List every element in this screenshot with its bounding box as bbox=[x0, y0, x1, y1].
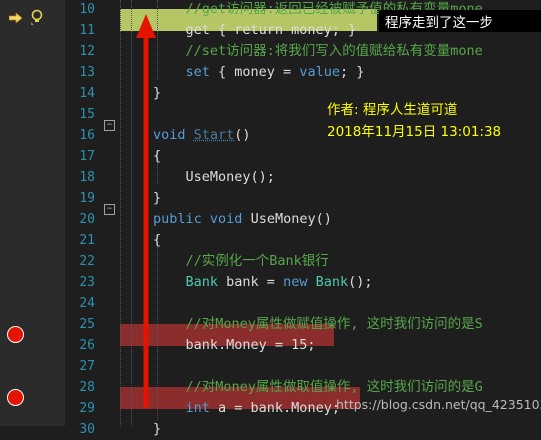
line-number: 26 bbox=[79, 338, 95, 353]
execution-pointer-icon bbox=[9, 13, 22, 23]
line-number: 11 bbox=[79, 23, 95, 38]
code-token: { bbox=[153, 232, 162, 248]
code-token: //对Money属性做取值操作, 这时我们访问的是G bbox=[153, 379, 483, 395]
code-line[interactable]: 20 public void UseMoney() bbox=[0, 209, 541, 230]
code-line[interactable]: 12 //set访问器:将我们写入的值赋给私有变量mone bbox=[0, 41, 541, 62]
code-text[interactable]: { bbox=[153, 230, 161, 251]
breakpoint-icon[interactable] bbox=[7, 389, 24, 406]
code-text[interactable]: int a = bank.Money; bbox=[153, 398, 340, 419]
collapse-toggle[interactable]: − bbox=[104, 120, 115, 131]
code-token: set bbox=[153, 64, 210, 80]
code-token: { bbox=[153, 148, 162, 164]
code-text[interactable]: get { return money; } bbox=[153, 20, 357, 41]
line-number: 16 bbox=[79, 128, 95, 143]
code-line[interactable]: 28 //对Money属性做取值操作, 这时我们访问的是G bbox=[0, 377, 541, 398]
code-token: UseMoney() bbox=[242, 211, 332, 227]
code-token: () bbox=[234, 127, 251, 143]
code-token: Bank bbox=[315, 274, 349, 290]
code-text[interactable]: //对Money属性做取值操作, 这时我们访问的是G bbox=[153, 377, 483, 398]
line-number: 25 bbox=[79, 317, 95, 332]
code-text[interactable]: public void UseMoney() bbox=[153, 209, 332, 230]
code-line[interactable]: 27 bbox=[0, 356, 541, 377]
code-token: } bbox=[153, 190, 162, 206]
breakpoint-icon[interactable] bbox=[7, 326, 24, 343]
line-number: 27 bbox=[79, 359, 95, 374]
code-text[interactable]: //实例化一个Bank银行 bbox=[153, 251, 329, 272]
code-token: new bbox=[283, 274, 308, 290]
lightbulb-icon[interactable] bbox=[28, 9, 46, 27]
line-number: 10 bbox=[79, 2, 95, 17]
code-token: get { return money; } bbox=[153, 22, 357, 38]
line-number: 12 bbox=[79, 44, 95, 59]
code-token: value bbox=[299, 64, 340, 80]
line-number: 21 bbox=[79, 233, 95, 248]
code-line[interactable]: 13 set { money = value; } bbox=[0, 62, 541, 83]
code-text[interactable]: void Start() bbox=[153, 125, 251, 146]
collapse-toggle[interactable]: − bbox=[104, 204, 115, 215]
code-text[interactable]: //对Money属性做赋值操作, 这时我们访问的是S bbox=[153, 314, 483, 335]
line-number: 13 bbox=[79, 65, 95, 80]
annotation-label: 程序走到了这一步 bbox=[385, 15, 493, 31]
code-token: ; } bbox=[339, 64, 365, 80]
code-line[interactable]: 23 Bank bank = new Bank(); bbox=[0, 272, 541, 293]
code-line[interactable]: 19} bbox=[0, 188, 541, 209]
code-token: Bank bbox=[185, 274, 219, 290]
code-line[interactable]: 17 { bbox=[0, 146, 541, 167]
code-text[interactable]: } bbox=[153, 419, 161, 440]
code-text[interactable]: bank.Money = 15; bbox=[153, 335, 316, 356]
code-token: } bbox=[153, 85, 162, 101]
code-text[interactable]: //set访问器:将我们写入的值赋给私有变量mone bbox=[153, 41, 483, 62]
line-number: 30 bbox=[79, 422, 95, 437]
line-number: 29 bbox=[79, 401, 95, 416]
line-number: 24 bbox=[79, 296, 95, 311]
code-text[interactable]: } bbox=[153, 83, 161, 104]
code-token: //set访问器:将我们写入的值赋给私有变量mone bbox=[153, 43, 483, 59]
code-text[interactable]: UseMoney(); bbox=[153, 167, 275, 188]
line-number: 19 bbox=[79, 191, 95, 206]
line-number: 28 bbox=[79, 380, 95, 395]
code-token: (); bbox=[348, 274, 373, 290]
code-text[interactable]: } bbox=[153, 188, 161, 209]
author-name: 作者: 程序人生道可道 bbox=[327, 102, 458, 118]
code-text[interactable]: { bbox=[153, 146, 161, 167]
line-number: 15 bbox=[79, 107, 95, 122]
line-number: 18 bbox=[79, 170, 95, 185]
line-number: 23 bbox=[79, 275, 95, 290]
code-token: int bbox=[185, 400, 210, 416]
code-token: } bbox=[153, 421, 162, 437]
code-token: void bbox=[153, 127, 186, 143]
line-number: 17 bbox=[79, 149, 95, 164]
code-line[interactable]: 26 bank.Money = 15; bbox=[0, 335, 541, 356]
code-line[interactable]: 30} bbox=[0, 419, 541, 440]
code-token: bank = bbox=[218, 274, 284, 290]
code-text[interactable]: Bank bank = new Bank(); bbox=[153, 272, 373, 293]
code-token: Start bbox=[193, 127, 235, 143]
line-number: 22 bbox=[79, 254, 95, 269]
code-text[interactable]: set { money = value; } bbox=[153, 62, 365, 83]
author-date: 2018年11月15日 13:01:38 bbox=[327, 124, 502, 140]
code-line[interactable]: 21 { bbox=[0, 230, 541, 251]
line-number: 14 bbox=[79, 86, 95, 101]
code-token: UseMoney(); bbox=[153, 169, 275, 185]
code-token: { money = bbox=[209, 64, 300, 80]
code-line[interactable]: 18 UseMoney(); bbox=[0, 167, 541, 188]
code-line[interactable]: 25 //对Money属性做赋值操作, 这时我们访问的是S bbox=[0, 314, 541, 335]
code-line[interactable]: 22 //实例化一个Bank银行 bbox=[0, 251, 541, 272]
code-token: //实例化一个Bank银行 bbox=[153, 253, 329, 269]
watermark: https://blog.csdn.net/qq_42351033 bbox=[336, 397, 541, 412]
code-token: void bbox=[209, 211, 243, 227]
code-token: public bbox=[153, 211, 202, 227]
code-token: a = bank.Money; bbox=[209, 400, 340, 416]
author-note: 作者: 程序人生道可道 2018年11月15日 13:01:38 bbox=[327, 99, 501, 143]
line-number: 20 bbox=[79, 212, 95, 227]
code-token: bank.Money = 15; bbox=[153, 337, 316, 353]
code-line[interactable]: 24 bbox=[0, 293, 541, 314]
code-token: //对Money属性做赋值操作, 这时我们访问的是S bbox=[153, 316, 483, 332]
